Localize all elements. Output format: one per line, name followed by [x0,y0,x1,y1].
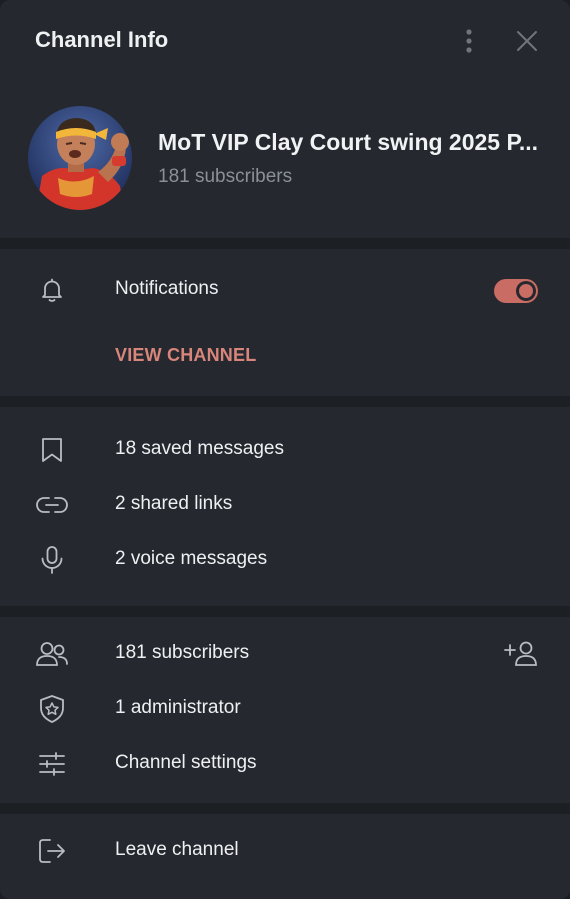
logout-icon [34,836,70,866]
view-channel-button[interactable]: VIEW CHANNEL [115,345,256,366]
channel-avatar[interactable] [28,106,132,210]
add-user-icon [504,641,537,666]
sliders-icon [34,749,70,779]
more-options-button[interactable] [454,24,484,58]
subscribers-row[interactable]: 181 subscribers [0,629,570,679]
header: Channel Info [0,0,570,84]
section-divider [0,396,570,407]
notifications-toggle[interactable] [494,279,538,303]
more-vertical-icon [466,29,472,53]
notifications-row[interactable]: Notifications [0,265,570,315]
section-divider [0,606,570,617]
link-icon [34,490,70,520]
add-subscriber-button[interactable] [500,639,542,669]
users-icon [34,639,70,669]
notifications-label: Notifications [115,278,219,299]
close-button[interactable] [512,26,542,56]
administrators-label: 1 administrator [115,697,241,718]
saved-messages-label: 18 saved messages [115,438,284,459]
channel-settings-row[interactable]: Channel settings [0,739,570,789]
section-divider [0,803,570,814]
channel-info-panel: Channel Info MoT VIP Clay Court swing 20… [0,0,570,899]
channel-settings-label: Channel settings [115,752,257,773]
section-divider [0,238,570,249]
toggle-knob [516,281,536,301]
channel-profile: MoT VIP Clay Court swing 2025 P... 181 s… [0,84,570,238]
close-icon [517,31,537,51]
leave-channel-row[interactable]: Leave channel [0,826,570,876]
shield-star-icon [34,694,70,724]
channel-name: MoT VIP Clay Court swing 2025 P... [158,129,539,155]
saved-messages-row[interactable]: 18 saved messages [0,425,570,475]
shared-links-label: 2 shared links [115,493,233,514]
administrators-row[interactable]: 1 administrator [0,684,570,734]
voice-messages-row[interactable]: 2 voice messages [0,535,570,585]
subscribers-label: 181 subscribers [115,642,250,663]
shared-links-row[interactable]: 2 shared links [0,480,570,530]
microphone-icon [34,545,70,575]
leave-channel-label: Leave channel [115,839,239,860]
panel-title: Channel Info [35,27,169,52]
channel-subscriber-count: 181 subscribers [158,166,293,187]
bookmark-icon [34,435,70,465]
bell-icon [34,275,70,305]
tennis-player-avatar-image [28,106,132,210]
voice-messages-label: 2 voice messages [115,548,268,569]
